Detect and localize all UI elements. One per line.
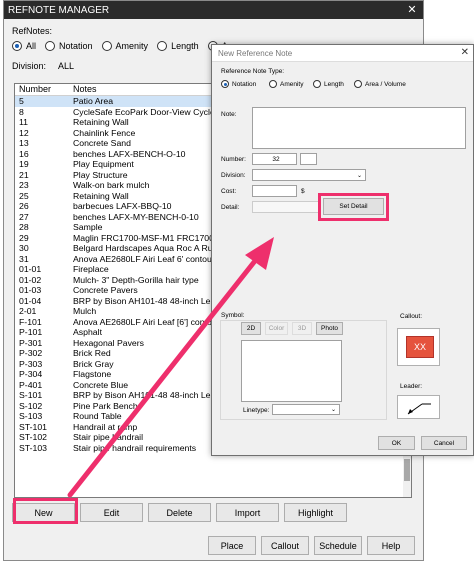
annotation-arrows [67, 237, 274, 498]
annotation-arrow-line [67, 249, 265, 498]
